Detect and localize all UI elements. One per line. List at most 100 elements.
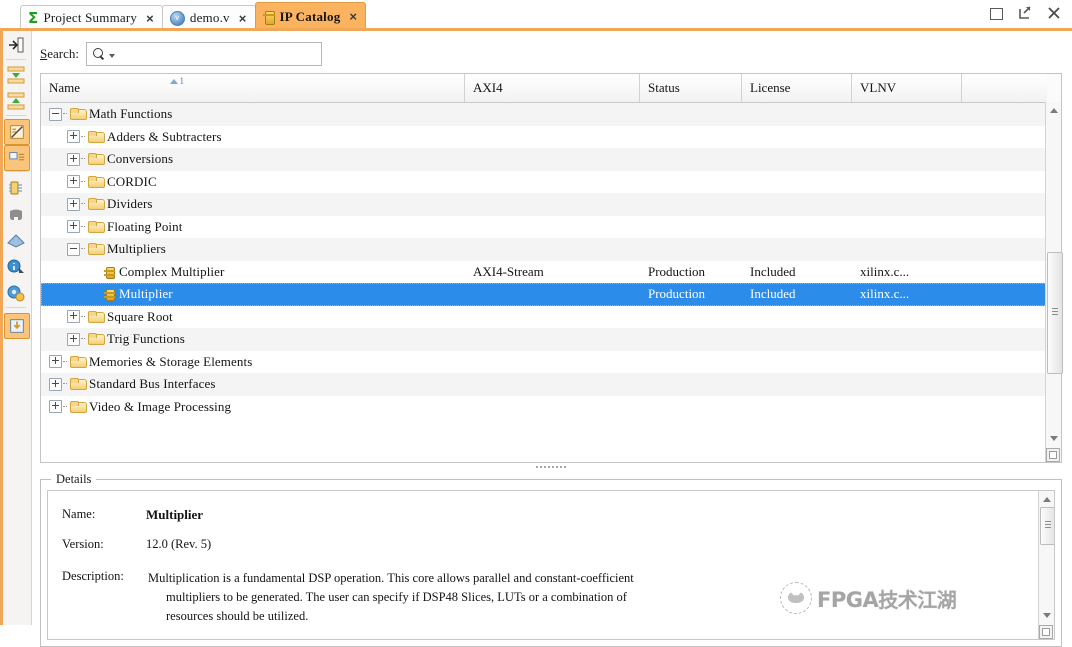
tab-demo-v[interactable]: v demo.v × [162,5,256,30]
tree-item-label: Standard Bus Interfaces [89,376,215,392]
expand-icon[interactable] [67,175,80,188]
cell-name: Multiplier [41,286,465,302]
expand-icon[interactable] [49,355,62,368]
tab-label: IP Catalog [280,9,341,25]
search-input[interactable] [117,44,309,64]
detail-label: Name: [54,507,146,523]
add-ip-icon[interactable] [4,313,30,339]
table-row[interactable]: Adders & Subtracters [41,126,1061,149]
expand-icon[interactable] [67,153,80,166]
column-header-status[interactable]: Status [640,74,742,102]
table-row[interactable]: Video & Image Processing [41,396,1061,419]
close-icon[interactable]: × [146,12,154,25]
expand-icon[interactable] [67,130,80,143]
detail-field-description: Description: [54,569,146,584]
scroll-up-icon[interactable] [1039,491,1055,507]
scrollbar-grip [1052,308,1058,318]
folder-icon [88,198,103,210]
cell-name: Math Functions [41,106,465,122]
tree-connector [63,113,67,115]
column-header-license[interactable]: License [742,74,852,102]
folder-icon [70,378,85,390]
close-icon[interactable]: × [239,12,247,25]
collapse-icon[interactable] [67,243,80,256]
column-header-vlnv[interactable]: VLNV [852,74,962,102]
table-row[interactable]: Square Root [41,306,1061,329]
manage-ip-icon[interactable] [4,281,28,305]
folder-icon [88,311,103,323]
details-vertical-scrollbar[interactable] [1038,491,1054,639]
group-by-icon[interactable] [4,145,30,171]
hide-disabled-icon[interactable] [4,119,30,145]
ip-catalog-panel: Search: Name 1 AXI4 [32,31,1072,625]
expand-icon[interactable] [49,378,62,391]
tree-vertical-scrollbar[interactable] [1045,102,1061,462]
sigma-icon: Σ [28,11,38,26]
search-row: Search: [40,41,322,67]
ip-settings-icon[interactable] [4,177,28,201]
resize-corner-icon[interactable] [1039,625,1053,639]
tree-connector [81,158,85,160]
chevron-down-icon[interactable] [109,54,115,58]
float-icon[interactable] [1017,5,1033,21]
expand-down-icon[interactable] [4,63,28,87]
table-row[interactable]: MultiplierProductionIncludedxilinx.c... [41,283,1061,306]
column-header-axi4[interactable]: AXI4 [465,74,640,102]
elephant-icon[interactable] [4,203,28,227]
collapse-up-icon[interactable] [4,89,28,113]
resize-corner-icon[interactable] [1046,448,1060,462]
expand-icon[interactable] [67,220,80,233]
info-icon[interactable] [4,255,28,279]
search-icon [93,48,105,60]
cell-vlnv: xilinx.c... [852,264,962,280]
expand-icon[interactable] [67,198,80,211]
table-row[interactable]: Standard Bus Interfaces [41,373,1061,396]
table-row[interactable]: Conversions [41,148,1061,171]
tree-connector [63,361,67,363]
column-header-name[interactable]: Name 1 [41,74,465,102]
table-row[interactable]: Trig Functions [41,328,1061,351]
table-row[interactable]: Memories & Storage Elements [41,351,1061,374]
tab-project-summary[interactable]: Σ Project Summary × [20,5,163,30]
tree-item-label: Adders & Subtracters [107,129,222,145]
collapse-all-icon[interactable] [4,33,28,57]
maximize-icon[interactable] [988,5,1004,21]
expand-icon[interactable] [67,310,80,323]
table-row[interactable]: Multipliers [41,238,1061,261]
book-icon[interactable] [4,229,28,253]
panel-splitter[interactable] [40,464,1062,472]
tab-ip-catalog[interactable]: IP Catalog × [255,2,367,30]
column-label: Name [49,80,80,96]
details-content: Name: Multiplier Version: 12.0 (Rev. 5) … [47,490,1055,640]
scroll-up-icon[interactable] [1046,102,1062,118]
divider [6,307,26,308]
tree-connector [81,181,85,183]
table-row[interactable]: Dividers [41,193,1061,216]
scrollbar-thumb[interactable] [1040,507,1055,545]
tree-item-label: Conversions [107,151,173,167]
scrollbar-thumb[interactable] [1047,252,1063,374]
ip-catalog-table: Name 1 AXI4 Status License VLNV [40,73,1062,463]
folder-icon [88,153,103,165]
scroll-down-icon[interactable] [1039,607,1055,623]
scroll-down-icon[interactable] [1046,430,1062,446]
cell-name: Floating Point [41,219,465,235]
cell-name: Trig Functions [41,331,465,347]
close-icon[interactable]: × [349,10,357,23]
table-row[interactable]: Math Functions [41,103,1061,126]
cell-vlnv: xilinx.c... [852,286,962,302]
folder-icon [88,243,103,255]
tree-connector [81,316,85,318]
tree-connector [63,383,67,385]
expand-icon[interactable] [67,333,80,346]
collapse-icon[interactable] [49,108,62,121]
table-row[interactable]: CORDIC [41,171,1061,194]
search-box[interactable] [86,42,322,66]
table-row[interactable]: Complex MultiplierAXI4-StreamProductionI… [41,261,1061,284]
ip-catalog-window: Σ Project Summary × v demo.v × IP Catalo… [0,0,1072,625]
tab-label: demo.v [190,10,230,26]
expand-icon[interactable] [49,400,62,413]
close-icon[interactable] [1046,5,1062,21]
table-row[interactable]: Floating Point [41,216,1061,239]
cell-name: Dividers [41,196,465,212]
